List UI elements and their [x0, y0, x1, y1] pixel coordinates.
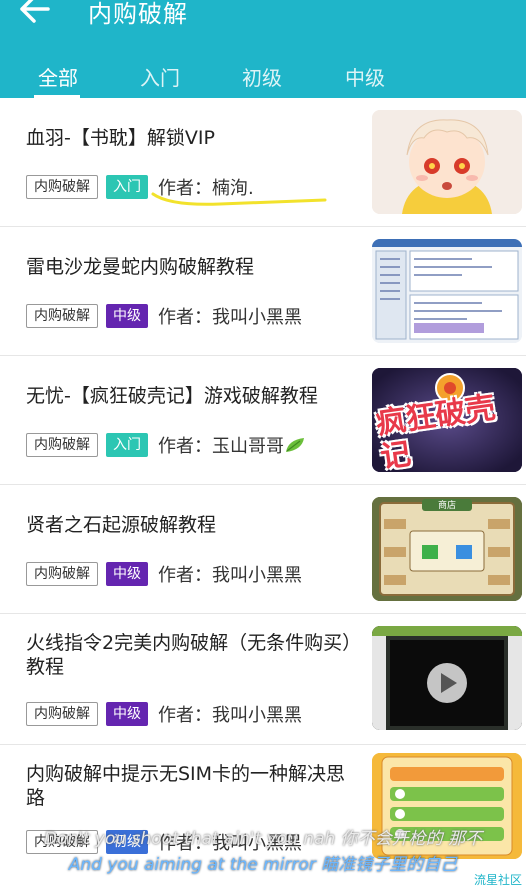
item-title: 火线指令2完美内购破解（无条件购买）教程 — [26, 632, 352, 678]
level-tag: 中级 — [106, 562, 148, 586]
category-tag: 内购破解 — [26, 433, 98, 457]
category-tag: 内购破解 — [26, 562, 98, 586]
item-thumbnail — [372, 626, 522, 730]
level-tag: 入门 — [106, 175, 148, 199]
item-tags: 内购破解 中级 作者：我叫小黑黑 — [26, 561, 302, 587]
tab-all[interactable]: 全部 — [38, 62, 78, 91]
category-tag: 内购破解 — [26, 702, 98, 726]
category-tag: 内购破解 — [26, 175, 98, 199]
list-item[interactable]: 血羽-【书耽】解锁VIP 内购破解 入门 作者：楠洵. — [0, 98, 526, 227]
item-title: 无忧-【疯狂破壳记】游戏破解教程 — [26, 385, 318, 407]
list-item[interactable]: 火线指令2完美内购破解（无条件购买）教程 内购破解 中级 作者：我叫小黑黑 — [0, 614, 526, 745]
page-title: 内购破解 — [88, 0, 188, 28]
item-thumbnail: 疯狂破壳记 — [372, 368, 522, 472]
yellow-underline-mark — [151, 192, 327, 206]
app-header: 内购破解 全部 入门 初级 中级 — [0, 0, 526, 98]
item-title: 内购破解中提示无SIM卡的一种解决思路 — [26, 763, 346, 809]
list-item[interactable]: 贤者之石起源破解教程 内购破解 中级 作者：我叫小黑黑 商店 — [0, 485, 526, 614]
watermark: 流星社区 — [473, 873, 522, 887]
item-tags: 内购破解 中级 作者：我叫小黑黑 — [26, 303, 302, 329]
item-title: 贤者之石起源破解教程 — [26, 514, 217, 536]
video-subtitle-line1: Don't you shoot that ain't you nah 你不会开枪… — [43, 829, 483, 849]
author-label: 作者：我叫小黑黑 — [158, 705, 302, 726]
tab-beginner[interactable]: 初级 — [242, 62, 282, 91]
thumbnail-shop-label: 商店 — [437, 501, 456, 511]
level-tag: 中级 — [106, 702, 148, 726]
level-tag: 中级 — [106, 304, 148, 328]
item-thumbnail — [372, 239, 522, 343]
category-tabs: 全部 入门 初级 中级 — [0, 58, 526, 98]
category-tag: 内购破解 — [26, 304, 98, 328]
leaf-emoji-icon — [286, 438, 304, 452]
item-title: 血羽-【书耽】解锁VIP — [26, 127, 215, 149]
tab-entry[interactable]: 入门 — [140, 62, 180, 91]
author-label: 作者：玉山哥哥 — [158, 436, 284, 457]
back-arrow-icon[interactable] — [14, 0, 54, 28]
item-thumbnail: 商店 — [372, 497, 522, 601]
list-item[interactable]: 无忧-【疯狂破壳记】游戏破解教程 内购破解 入门 作者：玉山哥哥 疯狂破壳记 — [0, 356, 526, 485]
author-label: 作者：我叫小黑黑 — [158, 307, 302, 328]
video-subtitle-line2: And you aiming at the mirror 瞄准镜子里的自己 — [68, 855, 458, 875]
list-item[interactable]: 雷电沙龙曼蛇内购破解教程 内购破解 中级 作者：我叫小黑黑 — [0, 227, 526, 356]
tab-intermediate[interactable]: 中级 — [345, 62, 385, 91]
author-label: 作者：我叫小黑黑 — [158, 565, 302, 586]
item-thumbnail — [372, 110, 522, 214]
item-tags: 内购破解 入门 作者：玉山哥哥 — [26, 432, 306, 458]
level-tag: 入门 — [106, 433, 148, 457]
item-tags: 内购破解 中级 作者：我叫小黑黑 — [26, 701, 302, 727]
item-title: 雷电沙龙曼蛇内购破解教程 — [26, 256, 255, 278]
